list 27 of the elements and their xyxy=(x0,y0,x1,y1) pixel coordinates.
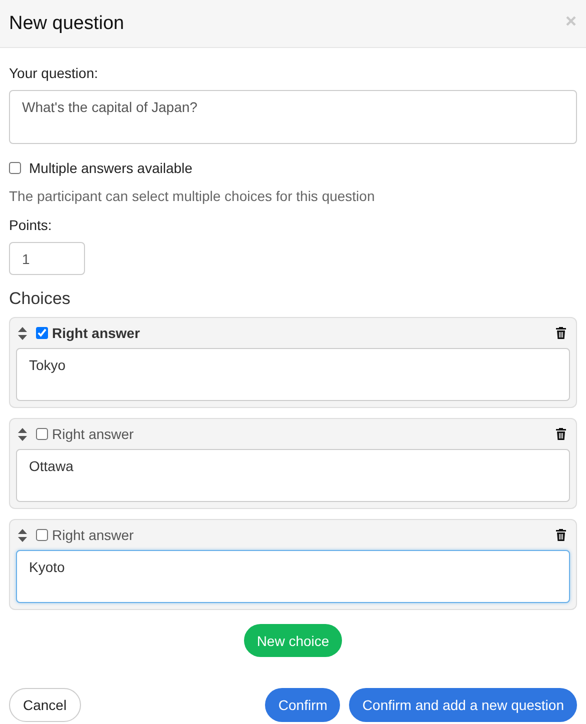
cancel-button[interactable]: Cancel xyxy=(9,688,81,722)
choices-heading: Choices xyxy=(9,289,72,309)
sort-handle-icon[interactable] xyxy=(18,428,27,440)
trash-icon[interactable] xyxy=(556,428,566,440)
sort-handle-icon[interactable] xyxy=(18,326,27,340)
right-answer-checkbox[interactable] xyxy=(36,327,48,339)
right-answer-checkbox[interactable] xyxy=(36,529,48,541)
points-label: Points: xyxy=(9,216,53,234)
right-answer-label: Right answer xyxy=(52,325,141,341)
trash-icon[interactable] xyxy=(556,529,566,541)
question-label: Your question: xyxy=(9,64,99,82)
choice-field[interactable]: Tokyo xyxy=(16,348,570,401)
multiple-answers-label: Multiple answers available xyxy=(29,160,192,176)
right-answer-checkbox[interactable] xyxy=(36,428,48,440)
confirm-button[interactable]: Confirm xyxy=(265,688,340,722)
right-answer-label: Right answer xyxy=(52,527,135,543)
trash-icon[interactable] xyxy=(556,327,566,339)
right-answer-label: Right answer xyxy=(52,426,135,442)
points-field[interactable]: 1 xyxy=(9,242,85,275)
question-field[interactable]: What's the capital of Japan? xyxy=(9,90,577,144)
multiple-answers-checkbox[interactable] xyxy=(9,162,21,174)
help-text: The participant can select multiple choices for this question xyxy=(9,188,376,204)
sort-handle-icon[interactable] xyxy=(18,528,27,542)
choice-field[interactable]: Kyoto xyxy=(16,550,570,603)
confirm-button[interactable]: Confirm and add a new question xyxy=(349,688,577,722)
choice-field[interactable]: Ottawa xyxy=(16,449,570,502)
dialog-title: New question xyxy=(9,12,124,34)
